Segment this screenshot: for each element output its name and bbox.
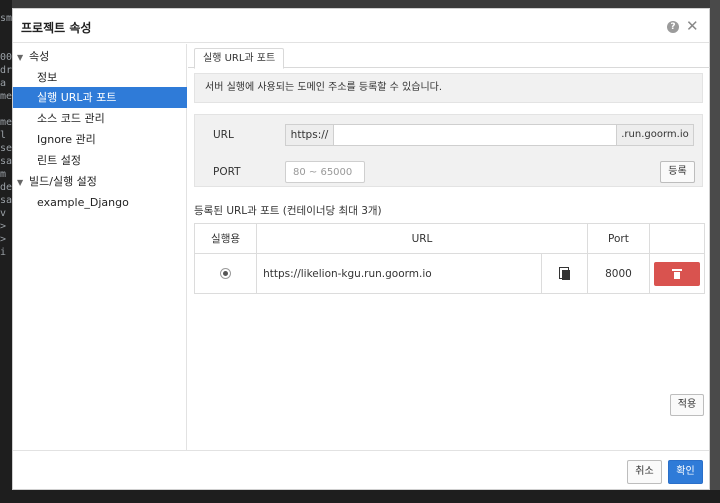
sidebar-item-source-control[interactable]: 소스 코드 관리 — [13, 108, 187, 129]
dialog-footer: 취소 확인 — [13, 450, 709, 491]
background-statusbar — [0, 490, 720, 503]
port-input[interactable] — [285, 161, 365, 183]
registered-section-title: 등록된 URL과 포트 (컨테이너당 최대 3개) — [194, 205, 382, 217]
info-message: 서버 실행에 사용되는 도메인 주소를 등록할 수 있습니다. — [194, 73, 703, 103]
column-header-port: Port — [586, 223, 651, 254]
background-code-line: me — [0, 91, 13, 102]
url-input-group: https:// .run.goorm.io — [285, 124, 694, 146]
sidebar-item-run-url-port[interactable]: 실행 URL과 포트 — [13, 87, 187, 108]
port-label: PORT — [213, 166, 241, 178]
background-code-line: sa — [0, 195, 13, 206]
sidebar-group-label: 빌드/실행 설정 — [29, 175, 97, 188]
background-code-line: sm — [0, 13, 13, 24]
background-code-line: m — [0, 169, 7, 180]
sidebar-group-build-run[interactable]: ▼ 빌드/실행 설정 — [13, 171, 187, 192]
tab-run-url-port[interactable]: 실행 URL과 포트 — [194, 48, 285, 69]
background-editor-gutter: sm 00 dr a me me l se sa m de sa v > > i — [0, 0, 12, 503]
background-code-line: 00 — [0, 52, 13, 63]
confirm-button[interactable]: 확인 — [668, 460, 703, 484]
sidebar-group-properties[interactable]: ▼ 속성 — [13, 46, 187, 67]
chevron-down-icon: ▼ — [17, 178, 24, 187]
sidebar-item-lint[interactable]: 린트 설정 — [13, 150, 187, 171]
sidebar-item-example-django[interactable]: example_Django — [13, 192, 187, 213]
run-radio-cell — [193, 253, 258, 294]
url-prefix: https:// — [286, 125, 334, 145]
background-code-line: a — [0, 78, 7, 89]
sidebar-item-info[interactable]: 정보 — [13, 67, 187, 88]
background-code-line: > — [0, 221, 7, 232]
column-header-run: 실행용 — [193, 223, 258, 254]
background-code-line: v — [0, 208, 7, 219]
dialog-header: 프로젝트 속성 ? ✕ — [13, 9, 709, 43]
copy-cell — [541, 253, 588, 294]
background-code-line: > — [0, 234, 7, 245]
register-button[interactable]: 등록 — [660, 161, 695, 183]
background-code-line: sa — [0, 156, 13, 167]
apply-button[interactable]: 적용 — [670, 394, 704, 416]
registered-port: 8000 — [586, 253, 651, 294]
trash-icon — [672, 268, 682, 279]
background-code-line: me — [0, 117, 13, 128]
url-port-form: URL https:// .run.goorm.io PORT 등록 — [194, 114, 703, 187]
background-scrollbar — [710, 0, 720, 503]
registered-ports-table: 실행용 URL Port https://likelion-kgu.run.go… — [193, 223, 705, 294]
delete-button[interactable] — [654, 261, 700, 286]
sidebar-group-label: 속성 — [29, 50, 50, 63]
sidebar-item-ignore[interactable]: Ignore 관리 — [13, 129, 187, 150]
background-code-line: dr — [0, 65, 13, 76]
registered-url: https://likelion-kgu.run.goorm.io — [256, 253, 543, 294]
close-icon[interactable]: ✕ — [686, 17, 699, 35]
chevron-down-icon: ▼ — [17, 53, 24, 62]
run-radio[interactable] — [220, 268, 232, 279]
settings-sidebar: ▼ 속성 정보 실행 URL과 포트 소스 코드 관리 Ignore 관리 린트 … — [13, 44, 187, 450]
background-code-line: se — [0, 143, 13, 154]
dialog-title: 프로젝트 속성 — [21, 21, 92, 35]
tab-bar: 실행 URL과 포트 — [188, 44, 710, 69]
background-toolbar — [12, 0, 720, 8]
help-icon[interactable]: ? — [667, 21, 679, 33]
delete-cell — [649, 253, 705, 294]
table-header-row: 실행용 URL Port — [193, 223, 705, 254]
url-suffix: .run.goorm.io — [616, 125, 693, 145]
url-input[interactable] — [335, 125, 616, 145]
background-code-line: de — [0, 182, 13, 193]
cancel-button[interactable]: 취소 — [627, 460, 662, 484]
background-code-line: i — [0, 247, 7, 258]
copy-icon[interactable] — [559, 267, 570, 280]
column-header-url: URL — [256, 223, 588, 254]
table-row: https://likelion-kgu.run.goorm.io 8000 — [193, 253, 705, 294]
project-properties-dialog: 프로젝트 속성 ? ✕ ▼ 속성 정보 실행 URL과 포트 소스 코드 관리 I… — [12, 8, 710, 490]
column-header-actions — [649, 223, 705, 254]
url-label: URL — [213, 129, 234, 141]
background-code-line: l — [0, 130, 7, 141]
